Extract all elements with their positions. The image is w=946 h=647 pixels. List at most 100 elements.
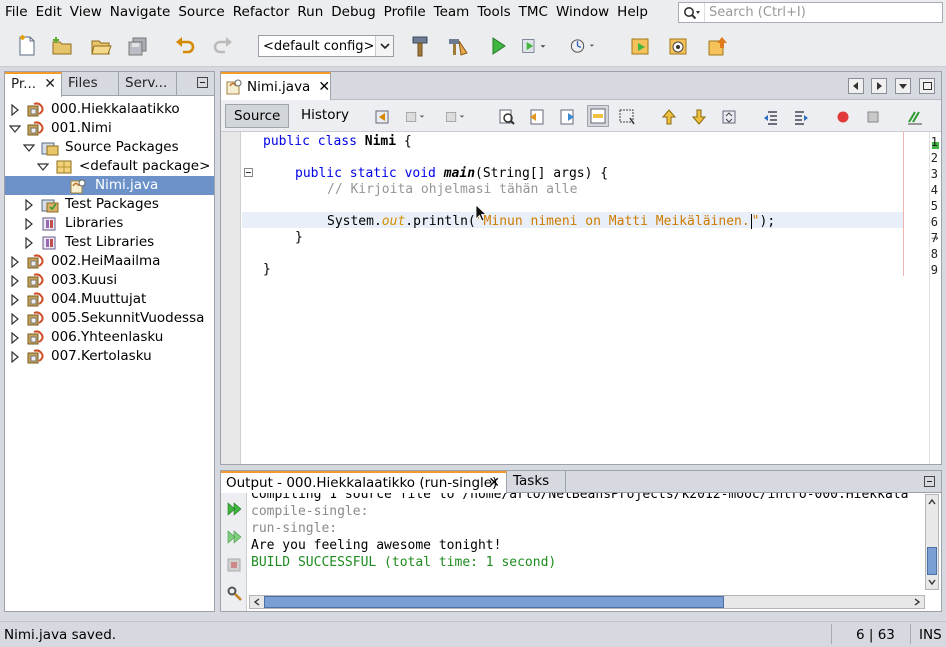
chevron-right-icon[interactable] <box>9 103 21 116</box>
find-previous-icon[interactable] <box>527 107 547 127</box>
chevron-right-icon[interactable] <box>23 217 35 230</box>
menu-window[interactable]: Window <box>552 0 613 25</box>
tmc-submit-icon[interactable] <box>628 33 654 59</box>
chevron-right-icon[interactable] <box>9 350 21 363</box>
tree-item[interactable]: Nimi.java <box>5 176 214 195</box>
source-button[interactable]: Source <box>225 104 290 128</box>
search-icon[interactable] <box>679 3 705 22</box>
tree-item[interactable]: Test Packages <box>23 195 159 214</box>
undo-icon[interactable] <box>172 33 198 59</box>
new-project-icon[interactable] <box>49 33 75 59</box>
tree-item[interactable]: 002.HeiMaailma <box>9 252 160 271</box>
menu-debug[interactable]: Debug <box>327 0 379 25</box>
chevron-right-icon[interactable] <box>9 312 21 325</box>
search-box[interactable] <box>678 2 943 23</box>
tab-services[interactable]: Serv... <box>119 72 177 96</box>
profile-icon[interactable] <box>570 33 596 59</box>
horizontal-scrollbar[interactable] <box>249 595 925 609</box>
config-select[interactable]: <default config> <box>258 35 394 57</box>
tree-item[interactable]: 004.Muuttujat <box>9 290 146 309</box>
scroll-down-icon[interactable] <box>926 575 938 589</box>
tab-output[interactable]: Output - 000.Hiekkalaatikko (run-single)… <box>221 471 507 494</box>
scroll-left-icon[interactable] <box>848 78 864 94</box>
menu-file[interactable]: File <box>0 0 32 25</box>
new-file-icon[interactable] <box>14 33 40 59</box>
chevron-down-icon[interactable] <box>37 161 49 173</box>
scroll-up-icon[interactable] <box>926 495 938 509</box>
find-icon[interactable] <box>497 107 517 127</box>
open-project-icon[interactable] <box>88 33 114 59</box>
rect-selection-icon[interactable] <box>617 107 637 127</box>
menu-edit[interactable]: Edit <box>32 0 66 25</box>
close-icon[interactable]: ✕ <box>44 74 56 94</box>
maximize-icon[interactable] <box>919 78 935 94</box>
search-input[interactable] <box>709 5 929 20</box>
close-icon[interactable]: ✕ <box>318 79 330 95</box>
prev-bookmark-icon[interactable] <box>659 107 679 127</box>
tree-item[interactable]: <default package> <box>37 157 210 176</box>
tree-item[interactable]: 003.Kuusi <box>9 271 117 290</box>
stop-icon[interactable] <box>226 557 242 577</box>
vertical-scrollbar[interactable] <box>925 494 939 590</box>
stop-macro-icon[interactable] <box>863 107 883 127</box>
fold-icon[interactable] <box>244 168 253 177</box>
scroll-right-icon[interactable] <box>910 596 924 608</box>
menu-run[interactable]: Run <box>293 0 327 25</box>
tree-item[interactable]: Test Libraries <box>23 233 154 252</box>
document-list-icon[interactable] <box>895 78 911 94</box>
menu-help[interactable]: Help <box>613 0 652 25</box>
tmc-check-icon[interactable] <box>666 33 692 59</box>
comment-icon[interactable] <box>905 107 925 127</box>
run-icon[interactable] <box>485 33 511 59</box>
next-bookmark-icon[interactable] <box>689 107 709 127</box>
tree-item[interactable]: 000.Hiekkalaatikko <box>9 100 180 119</box>
shift-right-icon[interactable] <box>791 107 811 127</box>
menu-tools[interactable]: Tools <box>473 0 514 25</box>
menu-tmc[interactable]: TMC <box>515 0 552 25</box>
debug-icon[interactable] <box>521 33 547 59</box>
chevron-right-icon[interactable] <box>9 293 21 306</box>
scroll-left-icon[interactable] <box>250 596 264 608</box>
scroll-thumb[interactable] <box>927 547 937 575</box>
menu-navigate[interactable]: Navigate <box>106 0 175 25</box>
minimize-icon[interactable] <box>197 77 208 88</box>
toggle-highlight-icon[interactable] <box>587 105 609 127</box>
scroll-right-icon[interactable] <box>871 78 887 94</box>
build-hammer-icon[interactable] <box>407 33 433 59</box>
shift-left-icon[interactable] <box>761 107 781 127</box>
find-next-icon[interactable] <box>557 107 577 127</box>
last-edit-icon[interactable] <box>373 107 393 127</box>
chevron-down-icon[interactable] <box>9 123 21 135</box>
chevron-down-icon[interactable] <box>375 36 393 56</box>
tree-item[interactable]: 001.Nimi <box>9 119 112 138</box>
tree-item[interactable]: 007.Kertolasku <box>9 347 152 366</box>
start-macro-icon[interactable] <box>833 107 853 127</box>
menu-view[interactable]: View <box>66 0 106 25</box>
close-icon[interactable]: ✕ <box>488 473 500 493</box>
menu-refactor[interactable]: Refactor <box>229 0 294 25</box>
back-icon[interactable] <box>405 107 425 127</box>
chevron-right-icon[interactable] <box>23 198 35 211</box>
chevron-right-icon[interactable] <box>9 255 21 268</box>
settings-icon[interactable] <box>226 585 242 605</box>
tab-nimi-java[interactable]: Nimi.java ✕ <box>221 72 331 100</box>
chevron-right-icon[interactable] <box>9 331 21 344</box>
rerun-icon[interactable] <box>226 501 242 521</box>
save-all-icon[interactable] <box>125 33 151 59</box>
tab-files[interactable]: Files <box>62 72 119 96</box>
scroll-thumb[interactable] <box>264 596 724 608</box>
forward-icon[interactable] <box>445 107 465 127</box>
output-console[interactable]: Compiling 1 source file to /home/arto/Ne… <box>251 493 923 591</box>
tree-item[interactable]: Source Packages <box>23 138 179 157</box>
chevron-right-icon[interactable] <box>9 274 21 287</box>
history-button[interactable]: History <box>293 104 357 128</box>
tree-item[interactable]: 005.SekunnitVuodessa <box>9 309 204 328</box>
toggle-bookmark-icon[interactable] <box>719 107 739 127</box>
minimize-icon[interactable] <box>924 476 935 487</box>
menu-source[interactable]: Source <box>174 0 228 25</box>
rerun-with-params-icon[interactable] <box>226 529 242 549</box>
menu-profile[interactable]: Profile <box>380 0 430 25</box>
code-area[interactable]: 1 2 3 4 5 6 7 8 9 public class Nimi { pu… <box>221 132 941 464</box>
menu-team[interactable]: Team <box>430 0 474 25</box>
tmc-upload-icon[interactable] <box>705 33 731 59</box>
